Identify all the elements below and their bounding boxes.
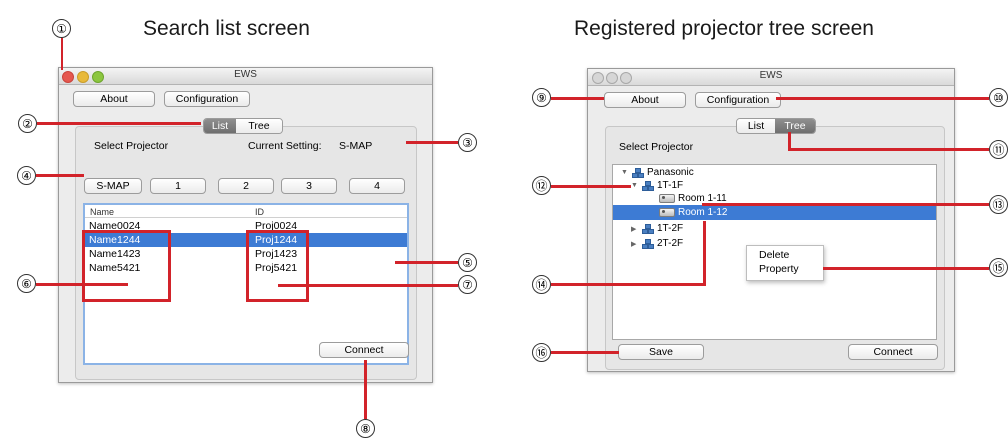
callout-3-line — [406, 141, 458, 144]
callout-1: ① — [52, 19, 71, 38]
current-setting-value: S-MAP — [339, 140, 373, 152]
left-window-title: EWS — [234, 69, 257, 80]
callout-9-line — [551, 97, 604, 100]
tree-label: Panasonic — [647, 167, 694, 178]
select-projector-label: Select Projector — [94, 140, 169, 152]
callout-3: ③ — [458, 133, 477, 152]
network-group-icon — [642, 238, 654, 249]
tree-label: Room 1-12 — [678, 207, 728, 218]
about-button[interactable]: About — [73, 91, 155, 107]
projector-icon — [659, 194, 675, 203]
callout-16: ⑯ — [532, 343, 551, 362]
callout-5-line — [395, 261, 458, 264]
callout-16-line — [551, 351, 619, 354]
tree-node-group[interactable]: ▼ 1T-1F — [631, 180, 683, 191]
callout-15: ⑮ — [989, 258, 1008, 277]
menu-item-property[interactable]: Property — [747, 262, 823, 276]
right-window: EWS About Configuration List Tree Select… — [587, 68, 955, 372]
map-3-button[interactable]: 3 — [281, 178, 337, 194]
right-window-title: EWS — [759, 70, 783, 81]
callout-14-line-h — [551, 283, 705, 286]
callout-8: ⑧ — [356, 419, 375, 438]
callout-12: ⑫ — [532, 176, 551, 195]
callout-11: ⑪ — [989, 140, 1008, 159]
tree-node-root[interactable]: ▼ Panasonic — [621, 167, 694, 178]
tree-label: 2T-2F — [657, 238, 684, 249]
callout-15-line — [823, 267, 989, 270]
callout-9: ⑨ — [532, 88, 551, 107]
tree-node-group[interactable]: ▶ 2T-2F — [631, 238, 683, 249]
callout-10-line — [776, 97, 989, 100]
callout-11-line-h — [788, 148, 989, 151]
callout-5: ⑤ — [458, 253, 477, 272]
callout-4-line — [36, 174, 84, 177]
map-1-button[interactable]: 1 — [150, 178, 206, 194]
right-caption: Registered projector tree screen — [574, 17, 874, 40]
callout-2: ② — [18, 114, 37, 133]
left-caption: Search list screen — [143, 17, 310, 40]
callout-2-line — [37, 122, 201, 125]
configuration-button[interactable]: Configuration — [164, 91, 250, 107]
callout-7: ⑦ — [458, 275, 477, 294]
id-column-highlight — [246, 230, 309, 302]
about-button[interactable]: About — [604, 92, 686, 108]
callout-1-line — [61, 38, 63, 70]
tab-list[interactable]: List — [204, 119, 236, 133]
collapsed-triangle-icon[interactable]: ▶ — [631, 225, 639, 233]
menu-item-delete[interactable]: Delete — [747, 248, 823, 262]
network-group-icon — [632, 167, 644, 178]
tree-node-group[interactable]: ▶ 1T-2F — [631, 223, 683, 234]
map-4-button[interactable]: 4 — [349, 178, 405, 194]
callout-7-line-h — [278, 284, 458, 287]
map-2-button[interactable]: 2 — [218, 178, 274, 194]
callout-13: ⑬ — [989, 195, 1008, 214]
smap-button[interactable]: S-MAP — [84, 178, 142, 194]
left-tab-switch: List Tree — [203, 118, 283, 134]
callout-6-line-h — [36, 283, 128, 286]
tree-label: 1T-1F — [657, 180, 684, 191]
current-setting-label: Current Setting: — [248, 140, 322, 152]
context-menu: Delete Property — [746, 245, 824, 281]
tab-list[interactable]: List — [737, 119, 775, 133]
callout-8-line — [364, 360, 367, 419]
callout-4: ④ — [17, 166, 36, 185]
tab-tree[interactable]: Tree — [236, 119, 282, 133]
expanded-triangle-icon[interactable]: ▼ — [631, 182, 639, 189]
callout-6: ⑥ — [17, 274, 36, 293]
tree-node-room-selected[interactable]: Room 1-12 — [659, 207, 727, 218]
left-window: EWS About Configuration List Tree Select… — [58, 67, 433, 383]
connect-button[interactable]: Connect — [319, 342, 409, 358]
tree-label: 1T-2F — [657, 223, 684, 234]
callout-10: ⑩ — [989, 88, 1008, 107]
name-column-highlight — [82, 230, 171, 302]
left-titlebar: EWS — [59, 68, 432, 85]
right-titlebar: EWS — [588, 69, 954, 86]
connect-button[interactable]: Connect — [848, 344, 938, 360]
callout-14: ⑭ — [532, 275, 551, 294]
expanded-triangle-icon[interactable]: ▼ — [621, 169, 629, 176]
tab-tree[interactable]: Tree — [775, 119, 815, 133]
callout-12-line — [551, 185, 631, 188]
callout-13-line — [702, 203, 989, 206]
collapsed-triangle-icon[interactable]: ▶ — [631, 240, 639, 248]
header-divider — [85, 217, 407, 218]
network-group-icon — [642, 223, 654, 234]
network-group-icon — [642, 180, 654, 191]
callout-14-line-v — [703, 221, 706, 286]
projector-icon — [659, 208, 675, 217]
select-projector-label: Select Projector — [619, 141, 694, 153]
right-tab-switch: List Tree — [736, 118, 816, 134]
save-button[interactable]: Save — [618, 344, 704, 360]
configuration-button[interactable]: Configuration — [695, 92, 781, 108]
